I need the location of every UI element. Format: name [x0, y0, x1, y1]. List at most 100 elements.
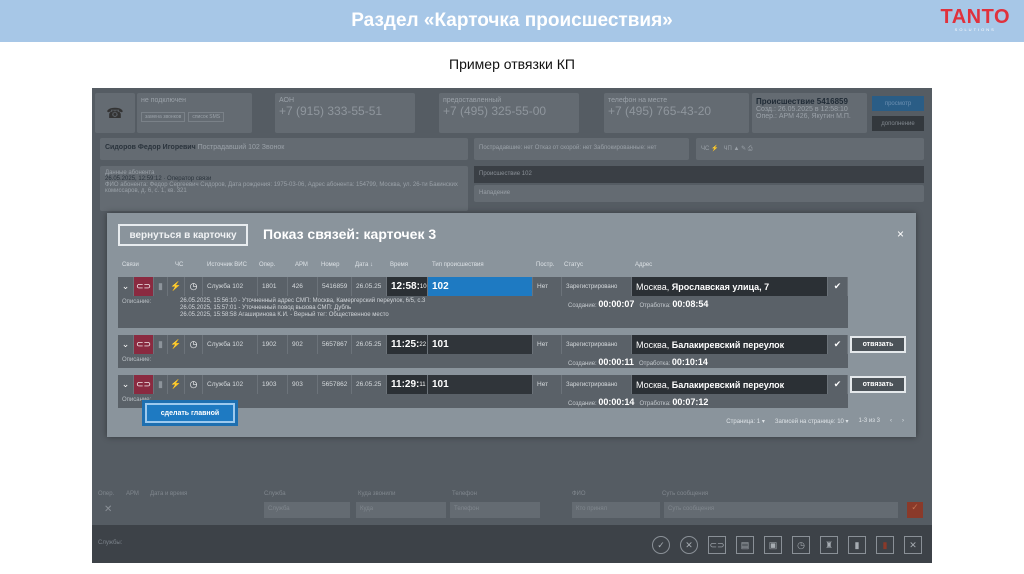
check-icon: ✔ — [828, 277, 848, 296]
view-button[interactable]: просмотр — [872, 96, 924, 111]
alarm-icon[interactable]: ♜ — [820, 536, 838, 554]
label-arm: АРМ — [126, 491, 139, 497]
lightning-icon: ⚡ — [168, 375, 185, 394]
call-swap-button[interactable]: замена звонков — [141, 112, 186, 122]
arm-cell: 426 — [288, 277, 318, 296]
submit-check-button[interactable]: ✓ — [907, 502, 923, 518]
message-icon[interactable]: ▮ — [848, 536, 866, 554]
col-postr[interactable]: Постр. — [536, 262, 554, 268]
detach-button[interactable]: отвязать — [850, 336, 906, 353]
page-select[interactable]: Страница: 1 ▾ — [726, 418, 765, 425]
timer-icon[interactable]: ◷ — [792, 536, 810, 554]
col-time[interactable]: Время — [390, 262, 408, 268]
expand-chevron-icon[interactable]: ⌄ — [118, 277, 134, 296]
back-to-card-button[interactable]: вернуться в карточку — [118, 224, 248, 246]
action-panel: ЧС ⚡ ЧП ▲ ✎ ⎙ — [696, 138, 924, 160]
fio-input[interactable]: Кто принял — [572, 502, 660, 518]
phone-aon[interactable]: АОН +7 (915) 333-55-51 — [275, 93, 415, 133]
next-page-button[interactable]: › — [902, 418, 904, 425]
link-icon[interactable]: ⊂⊃ — [708, 536, 726, 554]
close-icon[interactable]: × — [897, 227, 904, 241]
col-links: Связи — [122, 262, 139, 268]
status-cell: Зарегистрировано — [562, 375, 632, 394]
page-range: 1-3 из 3 — [858, 418, 880, 424]
message-input[interactable]: Суть сообщения — [664, 502, 898, 518]
detach-button[interactable]: отвязать — [850, 376, 906, 393]
label-datetime: Дата и время — [150, 491, 188, 497]
delete-icon[interactable]: ▮ — [876, 536, 894, 554]
postr-cell: Нет — [533, 375, 562, 394]
col-chs: ЧС — [175, 262, 184, 268]
oper-cell: 1902 — [258, 335, 288, 354]
prev-page-button[interactable]: ‹ — [890, 418, 892, 425]
time-cell: 12:58: 10 — [387, 277, 428, 296]
make-main-button[interactable]: сделать главной — [145, 403, 235, 423]
bookmark-icon[interactable]: ▮ — [154, 277, 168, 296]
link-icon[interactable]: ⊂⊃ — [134, 335, 154, 354]
col-address[interactable]: Адрес — [635, 262, 652, 268]
phone-on-site[interactable]: телефон на месте +7 (495) 765-43-20 — [604, 93, 749, 133]
col-arm: АРМ — [295, 262, 308, 268]
pagination: Страница: 1 ▾ Записей на странице: 10 ▾ … — [726, 418, 904, 425]
sms-list-button[interactable]: список SMS — [188, 112, 225, 122]
close-card-icon[interactable]: ✕ — [904, 536, 922, 554]
subscriber-panel: Данные абонента 26.05.2025, 12:59:12 · Оп… — [100, 166, 468, 211]
link-icon[interactable]: ⊂⊃ — [134, 277, 154, 296]
timings: Создание: 00:00:11 Отработка: 00:10:14 — [568, 357, 708, 367]
postr-cell: Нет — [533, 335, 562, 354]
oper-cell: 1801 — [258, 277, 288, 296]
clear-icon[interactable]: ✕ — [104, 504, 112, 515]
check-icon: ✔ — [828, 375, 848, 394]
col-date[interactable]: Дата ↓ — [355, 262, 373, 268]
description-label: Описание: — [122, 299, 152, 305]
where-input[interactable]: Куда — [356, 502, 446, 518]
lightning-icon: ⚡ — [168, 277, 185, 296]
oper-cell: 1903 — [258, 375, 288, 394]
links-modal: вернуться в карточку Показ связей: карто… — [107, 213, 916, 437]
description-label: Описание: — [122, 357, 152, 363]
date-cell: 26.05.25 — [352, 375, 387, 394]
expand-chevron-icon[interactable]: ⌄ — [118, 335, 134, 354]
slide-subtitle: Пример отвязки КП — [449, 56, 575, 72]
modal-title: Показ связей: карточек 3 — [263, 226, 437, 242]
extra-button[interactable]: дополнение — [872, 116, 924, 131]
clipboard-icon[interactable]: ▣ — [764, 536, 782, 554]
hangup-icon[interactable]: ☎ — [95, 93, 135, 133]
time-cell: 11:29: 11 — [387, 375, 428, 394]
slide-title: Раздел «Карточка происшествия» — [351, 10, 673, 31]
incident-type-cell: 101 — [428, 375, 533, 394]
document-icon[interactable]: ▤ — [736, 536, 754, 554]
attack-row: Нападение — [474, 185, 924, 202]
number-cell: 5657867 — [318, 335, 352, 354]
bookmark-icon[interactable]: ▮ — [154, 375, 168, 394]
expand-chevron-icon[interactable]: ⌄ — [118, 375, 134, 394]
phone-provided[interactable]: предоставленный +7 (495) 325-55-00 — [439, 93, 579, 133]
incident-summary: Происшествие 5416859 Созд.: 26.05.2025 в… — [752, 93, 867, 133]
chs-toggle[interactable]: ЧС — [701, 146, 709, 152]
source-cell: Служба 102 — [203, 277, 258, 296]
label-fio: ФИО — [572, 491, 586, 497]
accept-icon[interactable]: ✓ — [652, 536, 670, 554]
time-cell: 11:25: 22 — [387, 335, 428, 354]
link-icon[interactable]: ⊂⊃ — [134, 375, 154, 394]
incident-102-bar: Происшествие 102 — [474, 166, 924, 183]
label-phone: Телефон — [452, 491, 477, 497]
service-select[interactable]: Служба — [264, 502, 350, 518]
bookmark-icon[interactable]: ▮ — [154, 335, 168, 354]
per-page-select[interactable]: Записей на странице: 10 ▾ — [775, 418, 849, 425]
app-screenshot: ☎ не подключен замена звонков список SMS … — [92, 88, 932, 563]
reject-icon[interactable]: ✕ — [680, 536, 698, 554]
date-cell: 26.05.25 — [352, 335, 387, 354]
label-oper: Опер. — [98, 491, 115, 497]
linked-card-row[interactable]: ⌄ ⊂⊃ ▮ ⚡ ◷ Служба 102 1902 902 5657867 2… — [118, 335, 848, 368]
chp-toggle[interactable]: ЧП — [723, 146, 731, 152]
col-number[interactable]: Номер — [321, 262, 339, 268]
col-type[interactable]: Тип происшествия — [432, 262, 484, 268]
col-status[interactable]: Статус — [564, 262, 583, 268]
linked-card-row[interactable]: ⌄ ⊂⊃ ▮ ⚡ ◷ Служба 102 1801 426 5416859 2… — [118, 277, 848, 328]
status-cell: Зарегистрировано — [562, 335, 632, 354]
services-label: Службы: — [98, 540, 123, 546]
status-cell: Зарегистрировано — [562, 277, 632, 296]
bottom-toolbar: Службы: ✓ ✕ ⊂⊃ ▤ ▣ ◷ ♜ ▮ ▮ ✕ — [92, 525, 932, 563]
phone-input[interactable]: Телефон — [450, 502, 540, 518]
